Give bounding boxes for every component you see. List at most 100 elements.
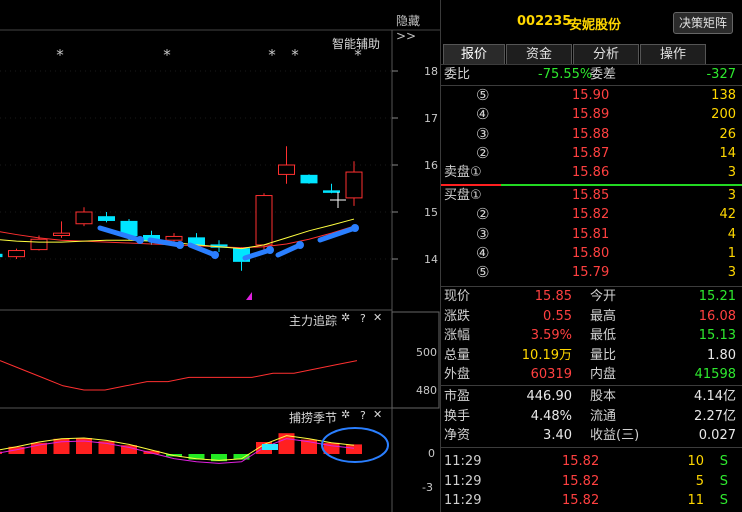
bid-level-row[interactable]: ② 15.82 42 — [444, 205, 740, 224]
ask-volume: 200 — [711, 107, 736, 123]
bid-price: 15.82 — [572, 207, 610, 223]
bid-level-label: ⑤ — [476, 263, 490, 282]
stock-name: 安妮股份 — [569, 18, 622, 33]
smart-aid-label[interactable]: 智能辅助 — [332, 35, 380, 52]
tick-price: 15.82 — [562, 473, 600, 489]
candle-body — [255, 195, 273, 246]
candle-body — [53, 232, 70, 236]
stat-row: 净资 3.40 收益(三) 0.027 — [444, 426, 740, 445]
stat-row: 涨跌 0.55 最高 16.08 — [444, 307, 740, 326]
stat-row: 涨幅 3.59% 最低 15.13 — [444, 326, 740, 345]
ask-level-row[interactable]: ⑤ 15.90 138 — [444, 86, 740, 105]
tab-analysis[interactable]: 分析 — [573, 44, 639, 64]
fishing-bar — [346, 444, 362, 454]
fishing-bar — [76, 438, 92, 454]
tick-side: S — [719, 454, 728, 469]
stat-row: 市盈 446.90 股本 4.14亿 — [444, 387, 740, 406]
stat-value: 4.48% — [530, 408, 572, 424]
stat-label: 外盘 — [444, 367, 471, 383]
stat-value: 0.027 — [698, 428, 736, 444]
bid-volume: 3 — [727, 188, 736, 203]
chart-area[interactable]: * * * * * 隐藏>> 智能辅助 主力追踪 ✲ ? ✕ 捕捞季节 ✲ ? ✕ 18… — [0, 0, 440, 512]
decision-matrix-button[interactable]: 决策矩阵 — [673, 12, 733, 34]
blue-arrow-head — [296, 241, 304, 249]
ask-level-row[interactable]: ② 15.87 14 — [444, 144, 740, 163]
tick-row: 11:29 15.82 10 S — [444, 452, 740, 471]
tick-price: 15.82 — [562, 493, 600, 508]
tick-time: 11:29 — [444, 473, 482, 489]
stat-value: 60319 — [530, 367, 572, 383]
stat-value: 16.08 — [698, 308, 736, 324]
price-axis-label: 17 — [424, 112, 438, 125]
weibi-value: -75.55% — [538, 67, 593, 82]
ask-level-label: 卖盘① — [444, 165, 482, 181]
stat-value: 446.90 — [526, 389, 573, 404]
tab-operation[interactable]: 操作 — [640, 44, 706, 64]
tick-time: 11:29 — [444, 493, 482, 508]
bid-volume: 4 — [727, 226, 736, 242]
stat-row: 现价 15.85 今开 15.21 — [444, 287, 740, 306]
price-axis-label: 16 — [424, 159, 438, 172]
close-icon[interactable]: ✕ — [373, 311, 382, 324]
weidiff-label: 委差 — [590, 67, 617, 82]
tab-quote[interactable]: 报价 — [443, 44, 505, 64]
candle-body — [323, 190, 340, 193]
blue-arrow-head — [266, 246, 274, 254]
hide-toggle[interactable]: 隐藏>> — [396, 12, 440, 43]
stat-label: 今开 — [590, 289, 617, 304]
stat-value: 1.80 — [707, 347, 736, 363]
panel3-axis-label: 0 — [428, 447, 435, 460]
bid-level-row[interactable]: ⑤ 15.79 3 — [444, 263, 740, 282]
ask-volume: 138 — [711, 88, 736, 103]
tick-volume: 11 — [687, 493, 704, 508]
stock-code: 002235 — [517, 14, 572, 29]
bid-price: 15.79 — [572, 265, 610, 281]
asterisk-marker: * — [291, 46, 299, 64]
tick-volume: 10 — [687, 454, 704, 469]
tick-price: 15.82 — [562, 454, 600, 469]
stat-label: 内盘 — [590, 367, 617, 383]
stat-label: 股本 — [590, 389, 617, 404]
ask-level-label: ③ — [476, 124, 490, 143]
candle-body — [300, 174, 318, 184]
panel-main-force-title: 主力追踪 — [289, 314, 338, 328]
tick-row: 11:29 15.82 11 S — [444, 491, 740, 510]
gear-icon[interactable]: ✲ — [341, 311, 350, 324]
ask-volume: 14 — [719, 145, 736, 161]
stat-label: 流通 — [590, 408, 617, 424]
stat-label: 最低 — [590, 328, 617, 344]
panel-fishing-title: 捕捞季节 — [289, 411, 338, 425]
stat-label: 现价 — [444, 289, 471, 304]
buy-signal-marker — [246, 292, 252, 300]
bid-price: 15.85 — [572, 188, 610, 203]
help-icon[interactable]: ? — [360, 409, 366, 422]
candle-body — [345, 171, 363, 199]
ask-price: 15.87 — [572, 145, 610, 161]
asterisk-marker: * — [268, 46, 276, 64]
bid-level-row[interactable]: ④ 15.80 1 — [444, 244, 740, 263]
close-icon[interactable]: ✕ — [373, 408, 382, 421]
bid-level-row[interactable]: 买盘① 15.85 3 — [444, 186, 740, 205]
fishing-bar — [53, 438, 70, 454]
blue-arrow-head — [211, 251, 219, 259]
candle-body — [0, 253, 3, 258]
bid-level-label: ② — [476, 205, 490, 224]
chart-canvas[interactable]: * * * * * — [0, 0, 440, 512]
ask-volume: 26 — [719, 126, 736, 142]
ask-level-row[interactable]: 卖盘① 15.86 3 — [444, 163, 740, 182]
weidiff-value: -327 — [706, 67, 736, 82]
ask-level-row[interactable]: ③ 15.88 26 — [444, 125, 740, 144]
help-icon[interactable]: ? — [360, 312, 366, 325]
stat-row: 总量 10.19万 量比 1.80 — [444, 346, 740, 365]
panel2-axis-label: 480 — [416, 384, 437, 397]
fishing-line-magenta — [0, 438, 355, 464]
bid-level-row[interactable]: ③ 15.81 4 — [444, 225, 740, 244]
stat-label: 市盈 — [444, 389, 471, 404]
tab-funds[interactable]: 资金 — [506, 44, 572, 64]
asterisk-marker: * — [56, 46, 64, 64]
ask-level-row[interactable]: ④ 15.89 200 — [444, 105, 740, 124]
stat-value: 15.21 — [698, 289, 736, 304]
stat-value: 3.40 — [543, 428, 572, 444]
gear-icon[interactable]: ✲ — [341, 408, 350, 421]
stat-label: 净资 — [444, 428, 471, 444]
